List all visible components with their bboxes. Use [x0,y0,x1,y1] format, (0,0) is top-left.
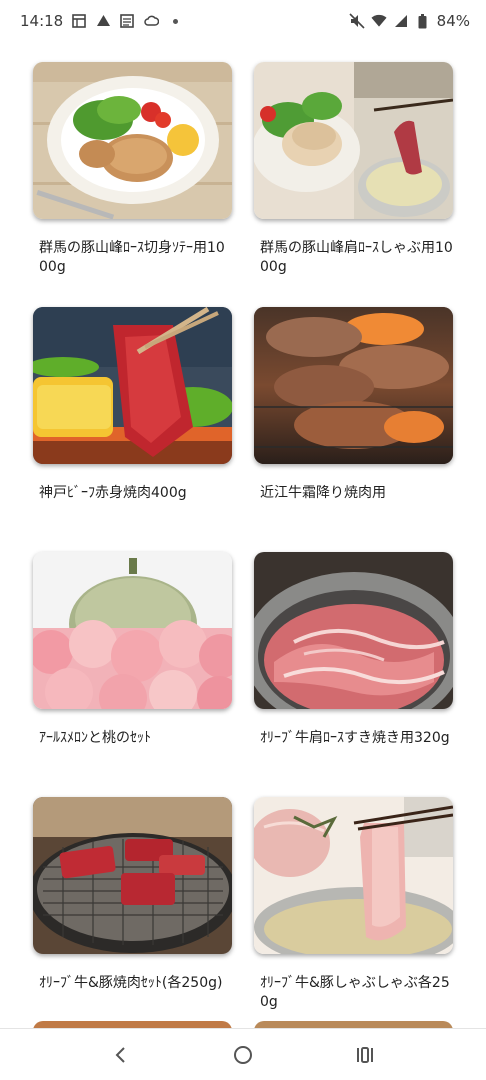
product-image[interactable] [254,307,453,464]
product-image[interactable] [33,62,232,219]
recents-button[interactable] [345,1035,385,1075]
product-card[interactable]: ｵﾘｰﾌﾞ牛&豚しゃぶしゃぶ各250g [254,797,453,1042]
wifi-icon [371,13,387,29]
product-card[interactable]: ｵﾘｰﾌﾞ牛肩ﾛｰｽすき焼き用320g [254,552,453,797]
product-title: ｵﾘｰﾌﾞ牛&豚しゃぶしゃぶ各250g [260,975,450,1010]
calendar-icon [71,13,87,29]
back-icon [115,1046,125,1063]
product-image[interactable] [254,797,453,954]
product-title: ｵﾘｰﾌﾞ牛肩ﾛｰｽすき焼き用320g [260,730,450,746]
status-time: 14:18 [20,12,64,30]
product-title: 神戸ﾋﾞｰﾌ赤身焼肉400g [39,485,187,501]
product-title: 群馬の豚山峰ﾛｰｽ切身ｿﾃｰ用1000g [39,240,225,275]
status-right: 84% [349,12,470,30]
product-title: 群馬の豚山峰肩ﾛｰｽしゃぶ用1000g [260,240,453,275]
product-card[interactable]: 群馬の豚山峰肩ﾛｰｽしゃぶ用1000g [254,62,453,307]
status-left: 14:18 [20,12,183,30]
product-image[interactable] [254,62,453,219]
product-title: 近江牛霜降り焼肉用 [260,485,386,501]
home-button[interactable] [223,1035,263,1075]
product-title: ｱｰﾙｽﾒﾛﾝと桃のｾｯﾄ [39,730,151,746]
dot-icon [167,13,183,29]
battery-icon [415,13,431,29]
navigation-bar [0,1028,486,1080]
recents-icon [357,1046,373,1063]
product-card[interactable]: 神戸ﾋﾞｰﾌ赤身焼肉400g [33,307,232,552]
product-image[interactable] [33,552,232,709]
signal-icon [393,13,409,29]
product-title: ｵﾘｰﾌﾞ牛&豚焼肉ｾｯﾄ(各250g) [39,975,223,991]
drive-icon [95,13,111,29]
product-image[interactable] [33,307,232,464]
product-card[interactable]: ｵﾘｰﾌﾞ牛&豚焼肉ｾｯﾄ(各250g) [33,797,232,1042]
news-icon [119,13,135,29]
mute-icon [349,13,365,29]
product-image[interactable] [254,552,453,709]
home-icon [234,1045,252,1064]
product-grid: 群馬の豚山峰ﾛｰｽ切身ｿﾃｰ用1000g 群馬の豚山峰肩ﾛｰｽしゃぶ用1000g [33,62,453,1042]
battery-percent: 84% [436,12,470,30]
status-bar: 14:18 84% [0,0,486,42]
product-image[interactable] [33,797,232,954]
back-button[interactable] [101,1035,141,1075]
cloud-icon [143,13,159,29]
product-card[interactable]: ｱｰﾙｽﾒﾛﾝと桃のｾｯﾄ [33,552,232,797]
product-card[interactable]: 近江牛霜降り焼肉用 [254,307,453,552]
product-card[interactable]: 群馬の豚山峰ﾛｰｽ切身ｿﾃｰ用1000g [33,62,232,307]
